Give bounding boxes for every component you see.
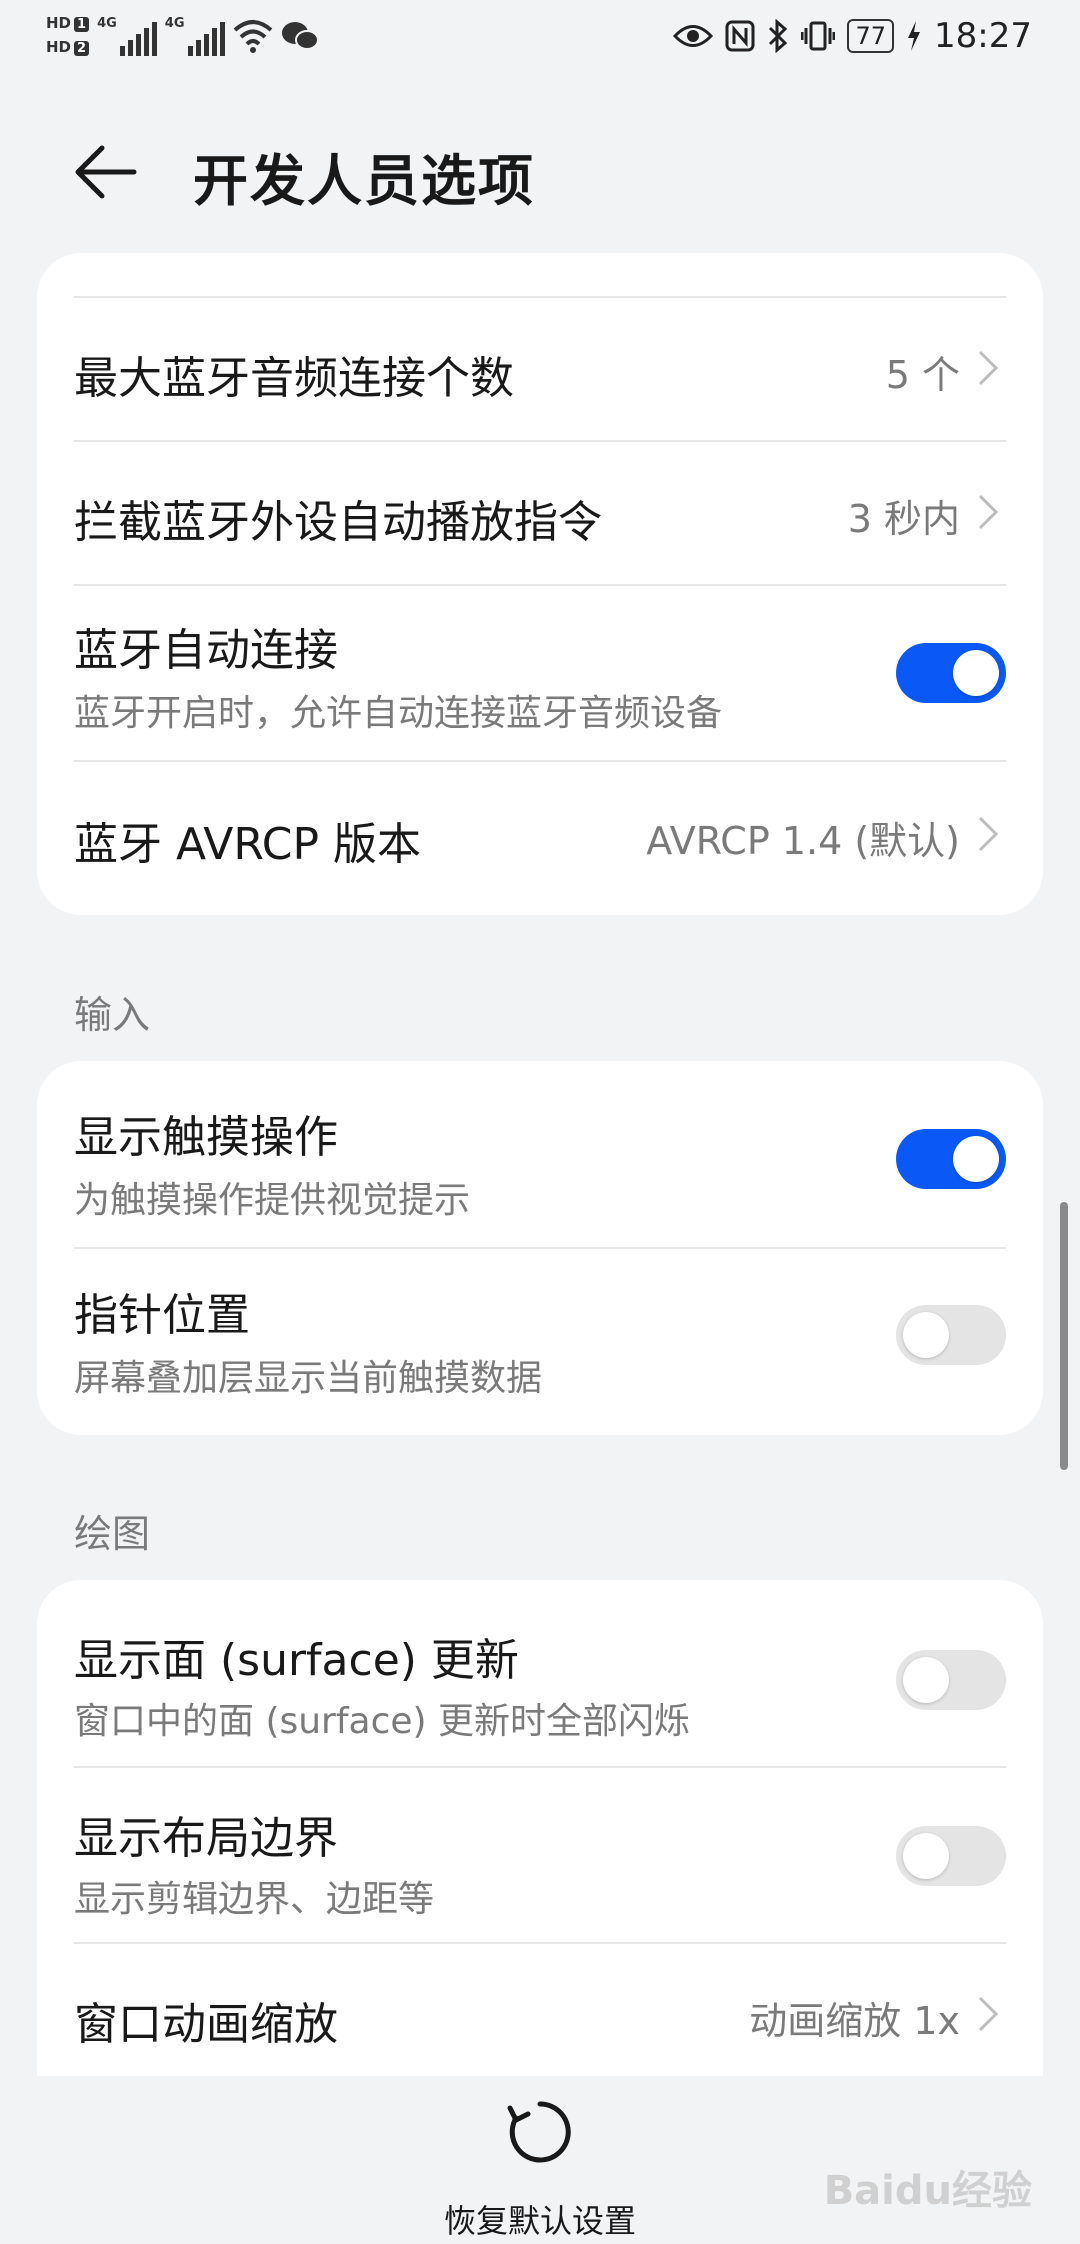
chevron-right-icon bbox=[978, 1996, 999, 2032]
pointer-location-row: 指针位置 屏幕叠加层显示当前触摸数据 bbox=[74, 1249, 1006, 1435]
chevron-right-icon bbox=[978, 494, 999, 530]
row-title: 显示布局边界 bbox=[74, 1813, 338, 1864]
scrollbar[interactable] bbox=[1060, 1202, 1068, 1470]
row-subtitle: 为触摸操作提供视觉提示 bbox=[74, 1180, 471, 1221]
row-value: 3 秒内 bbox=[847, 497, 960, 541]
restore-defaults-label: 恢复默认设置 bbox=[443, 2202, 636, 2240]
watermark: Baidu经验 bbox=[823, 2168, 1032, 2214]
show-touches-toggle[interactable] bbox=[896, 1129, 1006, 1189]
intercept-autoplay-row[interactable]: 拦截蓝牙外设自动播放指令 3 秒内 bbox=[74, 442, 1006, 584]
clock: 18:27 bbox=[934, 16, 1032, 56]
avrcp-version-row[interactable]: 蓝牙 AVRCP 版本 AVRCP 1.4 (默认) bbox=[74, 762, 1006, 907]
show-surface-updates-row: 显示面 (surface) 更新 窗口中的面 (surface) 更新时全部闪烁 bbox=[74, 1580, 1006, 1766]
max-bluetooth-audio-row[interactable]: 最大蓝牙音频连接个数 5 个 bbox=[74, 298, 1006, 440]
back-arrow-icon[interactable] bbox=[70, 132, 150, 212]
charging-icon bbox=[908, 21, 921, 51]
wechat-icon bbox=[281, 22, 319, 50]
row-title: 拦截蓝牙外设自动播放指令 bbox=[74, 497, 602, 548]
row-value: 5 个 bbox=[885, 353, 960, 397]
drawing-settings-card: 显示面 (surface) 更新 窗口中的面 (surface) 更新时全部闪烁… bbox=[37, 1580, 1043, 2140]
chevron-right-icon bbox=[978, 816, 999, 852]
wifi-icon bbox=[233, 20, 272, 53]
pointer-location-toggle[interactable] bbox=[896, 1305, 1006, 1365]
bluetooth-settings-card: 最大蓝牙音频连接个数 5 个 拦截蓝牙外设自动播放指令 3 秒内 蓝牙自动连接 … bbox=[37, 253, 1043, 915]
bluetooth-auto-connect-toggle[interactable] bbox=[896, 643, 1006, 703]
restore-icon bbox=[507, 2101, 571, 2163]
restore-defaults-button[interactable]: 恢复默认设置 bbox=[390, 2098, 690, 2240]
show-touches-row: 显示触摸操作 为触摸操作提供视觉提示 bbox=[74, 1061, 1006, 1247]
bluetooth-icon bbox=[769, 19, 788, 53]
show-layout-bounds-row: 显示布局边界 显示剪辑边界、边距等 bbox=[74, 1768, 1006, 1942]
chevron-right-icon bbox=[978, 350, 999, 386]
input-settings-card: 显示触摸操作 为触摸操作提供视觉提示 指针位置 屏幕叠加层显示当前触摸数据 bbox=[37, 1061, 1043, 1435]
battery-indicator: 77 bbox=[847, 19, 895, 53]
row-value: AVRCP 1.4 (默认) bbox=[646, 819, 960, 863]
nfc-icon bbox=[725, 20, 755, 52]
show-surface-updates-toggle[interactable] bbox=[896, 1650, 1006, 1710]
window-animation-scale-row[interactable]: 窗口动画缩放 动画缩放 1x bbox=[74, 1944, 1006, 2084]
page-title: 开发人员选项 bbox=[193, 149, 536, 213]
sim1-hd-badge: HD 1 bbox=[46, 14, 90, 34]
row-title: 显示触摸操作 bbox=[74, 1112, 338, 1163]
row-title: 最大蓝牙音频连接个数 bbox=[74, 353, 514, 404]
sim2-hd-badge: HD 2 bbox=[46, 38, 90, 58]
status-bar: HD 1 HD 2 4G 4G 77 18:27 bbox=[0, 0, 1080, 86]
app-header: 开发人员选项 bbox=[0, 96, 1080, 246]
row-title: 蓝牙自动连接 bbox=[74, 625, 338, 676]
row-title: 指针位置 bbox=[74, 1290, 250, 1341]
row-title: 蓝牙 AVRCP 版本 bbox=[74, 819, 421, 870]
eye-comfort-icon bbox=[673, 25, 714, 47]
section-label-input: 输入 bbox=[74, 993, 151, 1037]
row-subtitle: 屏幕叠加层显示当前触摸数据 bbox=[74, 1358, 543, 1399]
show-layout-bounds-toggle[interactable] bbox=[896, 1826, 1006, 1886]
vibrate-icon bbox=[801, 21, 836, 51]
bottom-action-bar: 恢复默认设置 Baidu经验 bbox=[0, 2076, 1080, 2244]
signal-1-icon: 4G bbox=[97, 16, 157, 56]
row-title: 显示面 (surface) 更新 bbox=[74, 1635, 519, 1686]
row-title: 窗口动画缩放 bbox=[74, 1999, 338, 2050]
row-subtitle: 显示剪辑边界、边距等 bbox=[74, 1879, 435, 1920]
row-subtitle: 窗口中的面 (surface) 更新时全部闪烁 bbox=[74, 1701, 691, 1742]
bluetooth-auto-connect-row: 蓝牙自动连接 蓝牙开启时，允许自动连接蓝牙音频设备 bbox=[74, 586, 1006, 760]
signal-2-icon: 4G bbox=[165, 16, 225, 56]
section-label-drawing: 绘图 bbox=[74, 1512, 151, 1556]
row-subtitle: 蓝牙开启时，允许自动连接蓝牙音频设备 bbox=[74, 693, 723, 734]
row-value: 动画缩放 1x bbox=[749, 1999, 960, 2043]
